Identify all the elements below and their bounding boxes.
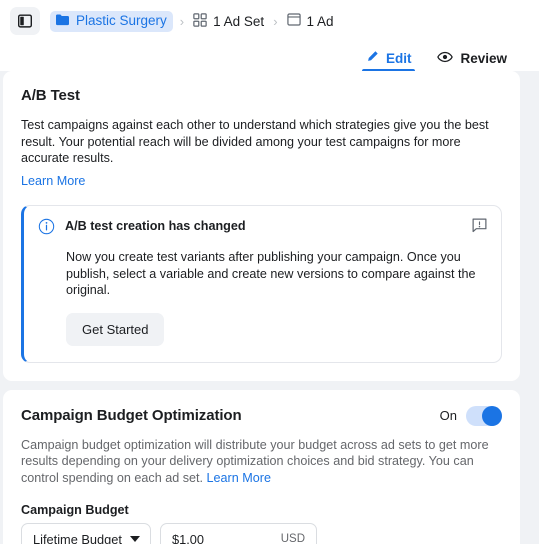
toggle-knob — [482, 406, 502, 426]
tab-edit[interactable]: Edit — [366, 50, 412, 71]
info-circle-icon — [38, 218, 55, 240]
sidebar-panel-icon[interactable] — [10, 7, 40, 35]
grid-icon — [193, 13, 207, 30]
campaign-budget-optimization-card: Campaign Budget Optimization On Campaign… — [3, 390, 520, 544]
breadcrumb-item-campaign[interactable]: Plastic Surgery — [50, 11, 173, 32]
ab-test-learn-more-link[interactable]: Learn More — [21, 173, 502, 190]
callout-body-text: Now you create test variants after publi… — [66, 249, 486, 299]
ab-test-info-callout: A/B test creation has changed Now you cr… — [21, 205, 502, 363]
breadcrumb-item-adset[interactable]: 1 Ad Set — [191, 11, 266, 32]
eye-icon — [437, 51, 453, 66]
breadcrumb-label-ad: 1 Ad — [307, 14, 334, 29]
breadcrumb: Plastic Surgery › 1 Ad Set › — [50, 11, 336, 32]
breadcrumb-separator: › — [180, 15, 184, 28]
campaign-budget-label: Campaign Budget — [21, 503, 502, 517]
breadcrumb-label-adset: 1 Ad Set — [213, 14, 264, 29]
cbo-toggle-state-label: On — [440, 408, 457, 423]
callout-header: A/B test creation has changed — [38, 218, 487, 240]
campaign-budget-row: Lifetime Budget $1.00 USD — [21, 523, 502, 544]
budget-type-select[interactable]: Lifetime Budget — [21, 523, 151, 544]
ab-test-title: A/B Test — [21, 87, 502, 104]
breadcrumb-separator: › — [273, 15, 277, 28]
cbo-toggle-switch[interactable] — [466, 406, 502, 426]
chevron-down-icon — [130, 536, 140, 542]
top-bar: Plastic Surgery › 1 Ad Set › — [0, 0, 539, 42]
breadcrumb-label-campaign: Plastic Surgery — [76, 13, 167, 28]
ab-test-card: A/B Test Test campaigns against each oth… — [3, 71, 520, 381]
get-started-button[interactable]: Get Started — [66, 313, 164, 346]
budget-amount-input[interactable]: $1.00 USD — [160, 523, 317, 544]
cbo-toggle-group: On — [440, 406, 502, 426]
tab-edit-label: Edit — [386, 51, 412, 66]
window-card-icon — [287, 13, 301, 29]
budget-type-value: Lifetime Budget — [33, 532, 122, 544]
breadcrumb-item-ad[interactable]: 1 Ad — [285, 11, 336, 31]
ab-test-description: Test campaigns against each other to und… — [21, 117, 502, 167]
cbo-header: Campaign Budget Optimization On — [21, 406, 502, 426]
cbo-title: Campaign Budget Optimization — [21, 407, 242, 424]
ads-manager-editor: Plastic Surgery › 1 Ad Set › — [0, 0, 539, 544]
folder-icon — [55, 13, 70, 29]
cbo-learn-more-link[interactable]: Learn More — [207, 471, 271, 485]
feedback-bubble-icon[interactable] — [472, 218, 487, 238]
callout-title: A/B test creation has changed — [65, 218, 462, 233]
currency-label: USD — [281, 533, 305, 544]
tab-review-label: Review — [460, 51, 507, 66]
editor-scroll-area[interactable]: A/B Test Test campaigns against each oth… — [0, 71, 539, 544]
cbo-description: Campaign budget optimization will distri… — [21, 437, 502, 487]
tab-review[interactable]: Review — [437, 51, 507, 71]
editor-tabs: Edit Review — [0, 42, 539, 71]
pencil-icon — [366, 50, 379, 66]
budget-amount-value: $1.00 — [172, 532, 204, 544]
